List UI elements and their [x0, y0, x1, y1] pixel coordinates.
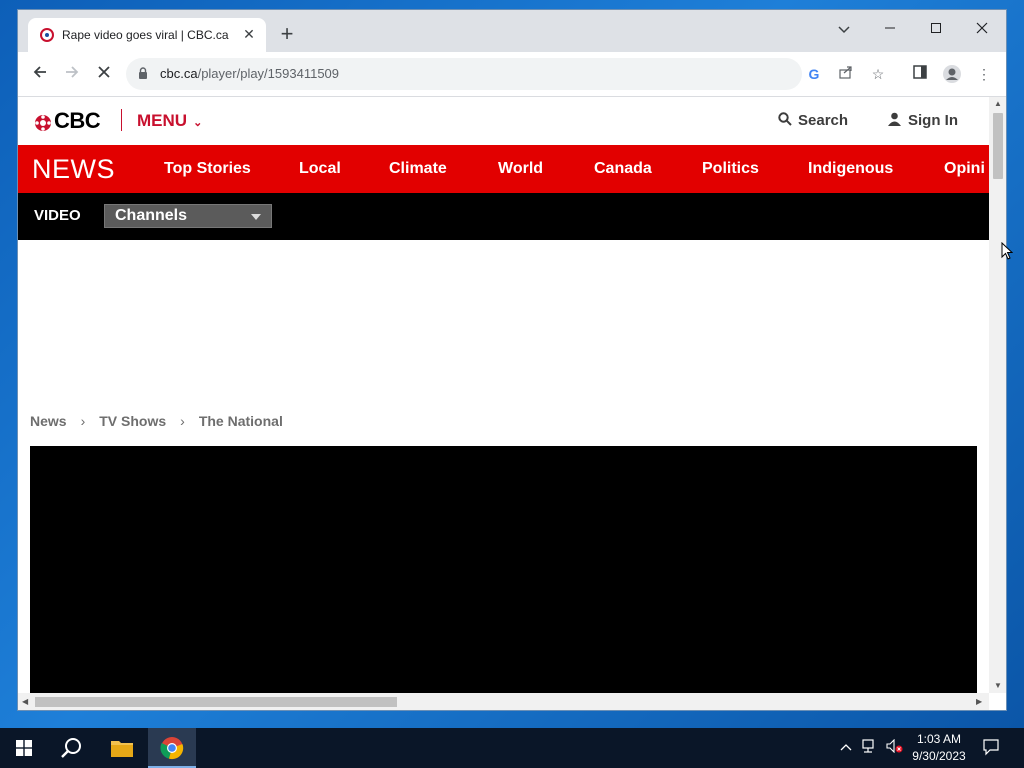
bookmark-star-icon[interactable]: ☆: [868, 64, 888, 84]
action-center-icon[interactable]: [982, 738, 1000, 759]
video-player[interactable]: [30, 446, 977, 693]
back-icon[interactable]: [28, 62, 52, 86]
taskbar-search-button[interactable]: [48, 728, 96, 768]
scroll-left-icon[interactable]: ◀: [22, 697, 28, 706]
network-icon[interactable]: [862, 739, 878, 756]
browser-window: Rape video goes viral | CBC.ca ✕ + cbc.c…: [18, 10, 1006, 710]
video-bar: VIDEO Channels: [18, 193, 989, 240]
url-text: cbc.ca/player/play/1593411509: [160, 66, 340, 81]
header-divider: [121, 109, 122, 131]
volume-muted-icon[interactable]: [886, 738, 904, 756]
vertical-scroll-thumb[interactable]: [993, 113, 1003, 179]
search-icon: [778, 112, 792, 126]
tab-title: Rape video goes viral | CBC.ca: [62, 28, 229, 42]
scroll-down-icon[interactable]: ▼: [994, 681, 1002, 690]
google-lens-icon[interactable]: G: [804, 64, 824, 84]
minimize-icon[interactable]: [868, 16, 912, 44]
nav-canada[interactable]: Canada: [594, 160, 652, 178]
lock-icon: [139, 67, 147, 79]
clock-time: 1:03 AM: [916, 732, 962, 746]
breadcrumb-the-national[interactable]: The National: [199, 413, 283, 429]
maximize-icon[interactable]: [914, 16, 958, 44]
side-panel-icon[interactable]: [910, 64, 930, 84]
breadcrumb-separator-icon: ›: [180, 413, 185, 429]
nav-local[interactable]: Local: [299, 160, 341, 178]
news-nav-bar: NEWS Top Stories Local Climate World Can…: [18, 145, 989, 193]
taskbar-chrome[interactable]: [148, 728, 196, 768]
menu-button[interactable]: MENU ⌄: [137, 111, 202, 131]
breadcrumb-news[interactable]: News: [30, 413, 67, 429]
nav-opinion[interactable]: Opini: [944, 160, 985, 178]
scroll-up-icon[interactable]: ▲: [994, 99, 1002, 108]
caret-down-icon: [251, 214, 261, 220]
close-tab-icon[interactable]: ✕: [240, 25, 258, 43]
news-logo[interactable]: NEWS: [32, 154, 115, 185]
new-tab-icon[interactable]: +: [276, 23, 298, 46]
address-bar[interactable]: cbc.ca/player/play/1593411509 G ☆: [126, 58, 884, 90]
taskbar: 1:03 AM 9/30/2023: [0, 728, 1024, 768]
close-window-icon[interactable]: [960, 16, 1004, 44]
taskbar-file-explorer[interactable]: [98, 728, 146, 768]
breadcrumb-tv-shows[interactable]: TV Shows: [99, 413, 166, 429]
nav-top-stories[interactable]: Top Stories: [164, 160, 251, 178]
cbc-gem-icon[interactable]: [34, 114, 52, 132]
start-button[interactable]: [0, 728, 48, 768]
cbc-logo[interactable]: CBC: [54, 108, 101, 134]
breadcrumb-separator-icon: ›: [80, 413, 86, 429]
cbc-favicon-icon: [40, 28, 54, 42]
page-viewport: CBC MENU ⌄ Search Sign In NEWS Top Storie…: [18, 97, 989, 693]
more-menu-icon[interactable]: ⋮: [974, 64, 994, 84]
chevron-down-icon: ⌄: [193, 117, 203, 129]
horizontal-scroll-thumb[interactable]: [35, 697, 397, 707]
browser-tab[interactable]: Rape video goes viral | CBC.ca ✕: [28, 18, 266, 52]
breadcrumb: News › TV Shows › The National: [30, 413, 283, 429]
stop-loading-icon[interactable]: [92, 62, 116, 86]
nav-world[interactable]: World: [498, 160, 543, 178]
nav-politics[interactable]: Politics: [702, 160, 759, 178]
browser-toolbar: cbc.ca/player/play/1593411509 G ☆ ⋮: [18, 52, 1006, 97]
tab-search-chevron-icon[interactable]: [822, 16, 866, 44]
tab-strip: Rape video goes viral | CBC.ca ✕ +: [18, 10, 1006, 52]
video-label: VIDEO: [34, 207, 81, 224]
search-button[interactable]: Search: [778, 112, 848, 129]
channels-dropdown[interactable]: Channels: [104, 204, 272, 228]
channels-label: Channels: [115, 207, 188, 224]
nav-indigenous[interactable]: Indigenous: [808, 160, 893, 178]
user-icon: [888, 112, 901, 126]
scroll-right-icon[interactable]: ▶: [976, 697, 982, 706]
profile-avatar-icon[interactable]: [942, 64, 962, 84]
forward-icon[interactable]: [60, 62, 84, 86]
show-hidden-icons-chevron-icon[interactable]: [840, 739, 852, 754]
chrome-icon: [160, 737, 184, 760]
horizontal-scrollbar[interactable]: ◀ ▶: [18, 693, 989, 710]
search-icon: [61, 738, 81, 758]
sign-in-button[interactable]: Sign In: [888, 112, 958, 129]
mouse-cursor-icon: [1001, 242, 1013, 260]
folder-icon: [111, 741, 133, 757]
system-clock[interactable]: 1:03 AM 9/30/2023: [904, 731, 974, 765]
vertical-scrollbar[interactable]: ▲ ▼: [989, 97, 1006, 693]
clock-date: 9/30/2023: [912, 749, 966, 763]
nav-climate[interactable]: Climate: [389, 160, 447, 178]
windows-logo-icon: [16, 740, 32, 756]
share-icon[interactable]: [836, 64, 856, 84]
cbc-header: CBC MENU ⌄ Search Sign In: [18, 97, 989, 145]
